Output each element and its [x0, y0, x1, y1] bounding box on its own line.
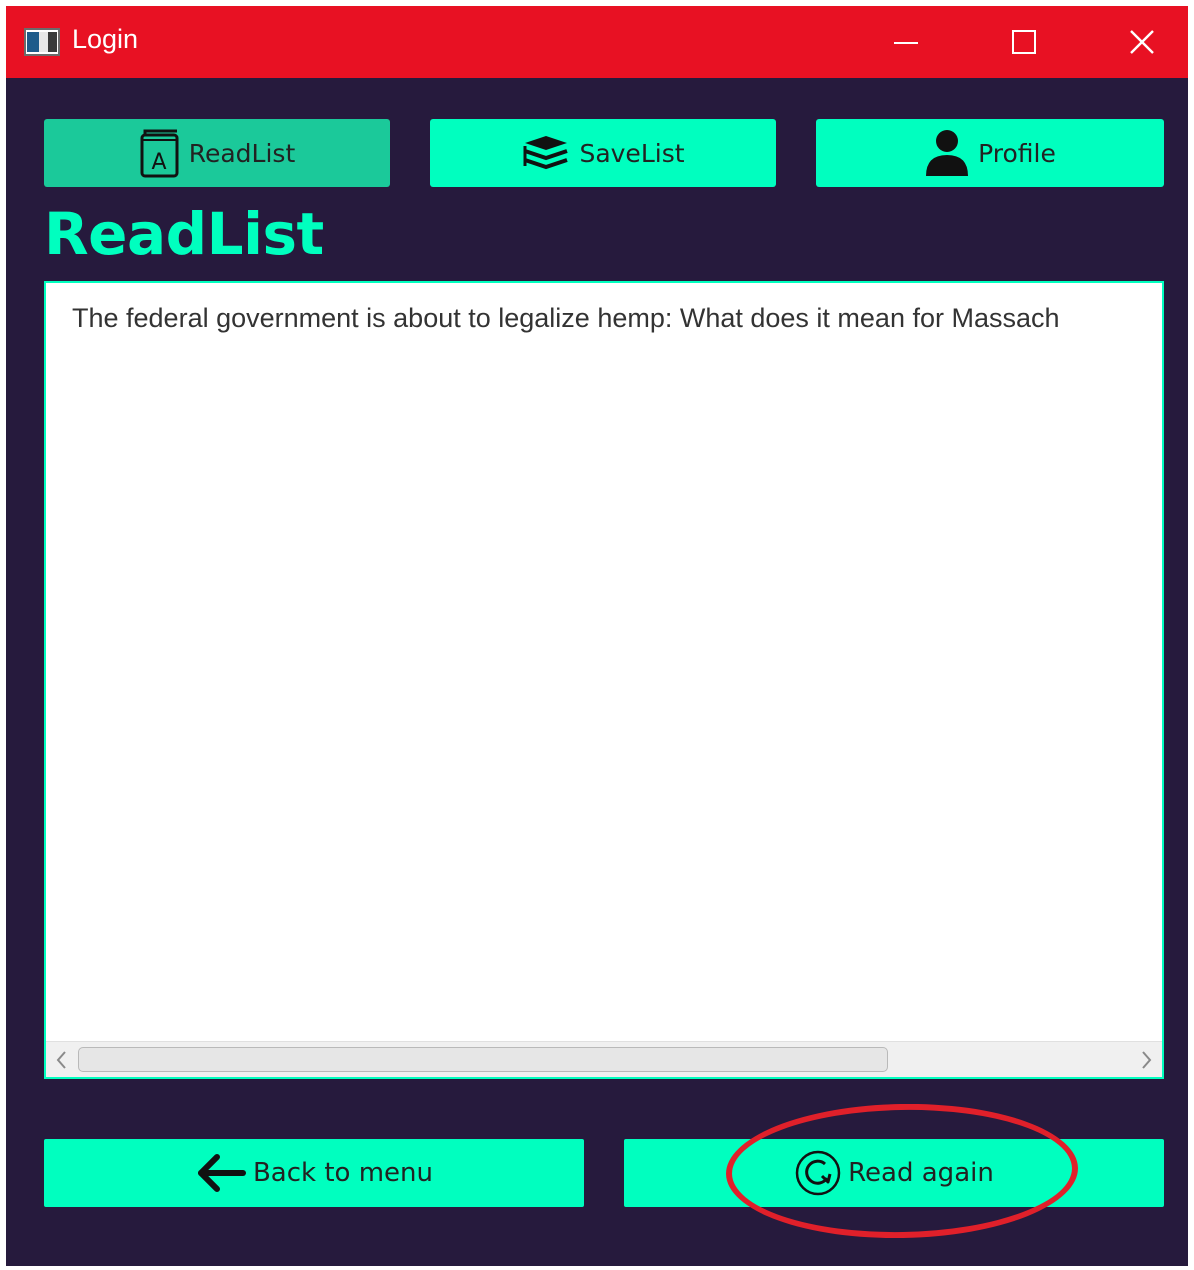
close-icon	[1130, 30, 1154, 54]
tab-profile-label: Profile	[978, 138, 1056, 168]
tab-savelist[interactable]: SaveList	[430, 119, 776, 187]
title-bar[interactable]: Login	[6, 6, 1188, 78]
maximize-icon	[1012, 30, 1036, 54]
close-button[interactable]	[1084, 6, 1194, 78]
book-icon: A	[140, 129, 179, 178]
scroll-right-button[interactable]	[1132, 1042, 1162, 1077]
app-icon	[24, 28, 60, 56]
list-item[interactable]: The federal government is about to legal…	[72, 303, 1060, 334]
horizontal-scrollbar[interactable]	[46, 1041, 1162, 1077]
minimize-icon	[894, 42, 918, 44]
tab-readlist[interactable]: A ReadList	[44, 119, 390, 187]
readlist-list[interactable]: The federal government is about to legal…	[44, 281, 1164, 1079]
back-to-menu-button[interactable]: Back to menu	[44, 1139, 584, 1207]
arrow-left-icon	[197, 1154, 246, 1192]
refresh-icon	[795, 1150, 841, 1196]
maximize-button[interactable]	[966, 6, 1082, 78]
tab-profile[interactable]: Profile	[816, 119, 1164, 187]
window-title: Login	[72, 24, 139, 54]
tab-readlist-label: ReadList	[188, 138, 296, 168]
page-title: ReadList	[44, 200, 324, 268]
minimize-button[interactable]	[848, 6, 964, 78]
scroll-thumb[interactable]	[78, 1047, 888, 1072]
chevron-left-icon	[56, 1051, 66, 1069]
read-again-button[interactable]: Read again	[624, 1139, 1164, 1207]
svg-text:A: A	[151, 150, 166, 175]
read-again-label: Read again	[848, 1158, 994, 1188]
books-stack-icon	[523, 136, 569, 170]
tab-savelist-label: SaveList	[579, 138, 685, 168]
back-to-menu-label: Back to menu	[252, 1158, 434, 1188]
scroll-left-button[interactable]	[46, 1042, 76, 1077]
app-window: Login A ReadList SaveList Profile ReadLi…	[6, 6, 1188, 1266]
user-icon	[926, 130, 969, 176]
chevron-right-icon	[1142, 1051, 1152, 1069]
